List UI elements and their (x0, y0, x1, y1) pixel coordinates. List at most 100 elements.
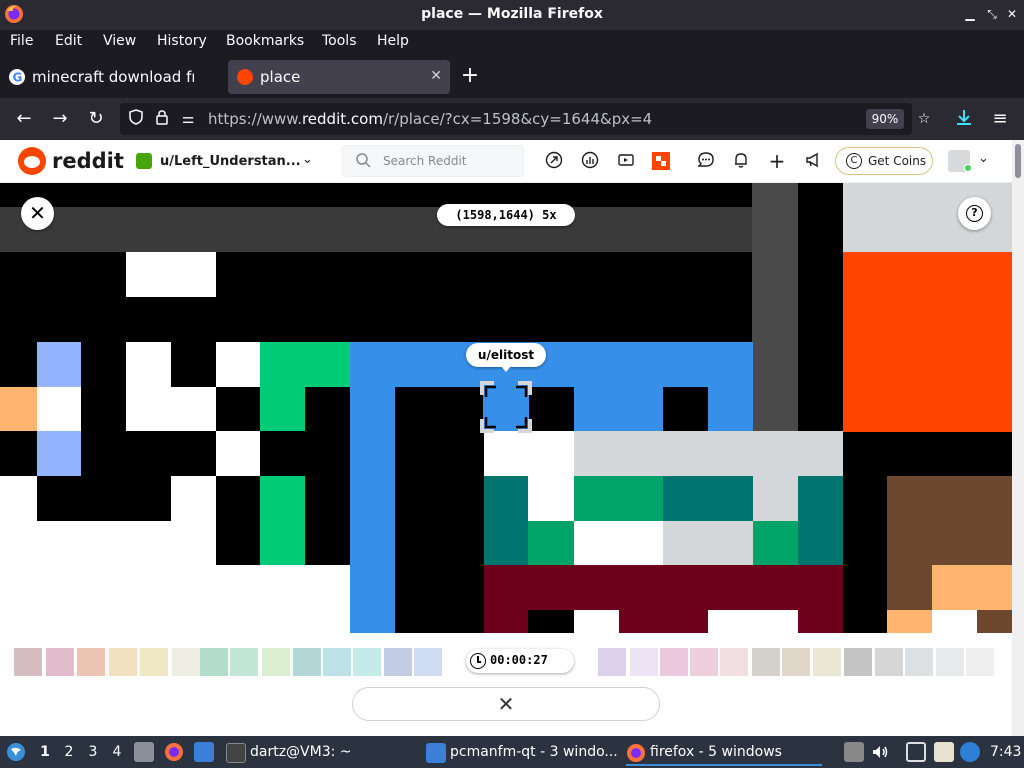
place-icon[interactable] (651, 151, 671, 171)
color-swatch[interactable] (46, 648, 74, 676)
get-coins-button[interactable]: C Get Coins (835, 147, 933, 175)
tab-close-icon[interactable]: ✕ (430, 68, 442, 84)
canvas-pixels (528, 521, 574, 565)
color-swatch[interactable] (813, 648, 841, 676)
menu-help[interactable]: Help (377, 33, 409, 49)
forward-arrow-icon[interactable]: → (48, 107, 72, 131)
reload-icon[interactable]: ↻ (84, 107, 108, 131)
workspace-1[interactable]: 1 (38, 744, 52, 760)
start-menu-icon[interactable] (6, 742, 26, 762)
help-button[interactable]: ? (958, 197, 991, 230)
shield-icon[interactable] (126, 109, 146, 129)
system-clock[interactable]: 7:43 (990, 744, 1021, 760)
reddit-tab-icon (237, 69, 253, 85)
menu-history[interactable]: History (157, 33, 207, 49)
color-swatch[interactable] (936, 648, 964, 676)
reddit-wordmark[interactable]: reddit (52, 149, 124, 173)
file-manager-icon[interactable] (134, 742, 154, 762)
create-post-icon[interactable]: + (767, 151, 787, 171)
color-swatch[interactable] (414, 648, 442, 676)
network-icon[interactable] (906, 742, 926, 762)
bookmark-star-icon[interactable]: ☆ (914, 109, 934, 129)
color-swatch[interactable] (782, 648, 810, 676)
search-input[interactable]: Search Reddit (342, 145, 524, 177)
color-palette-panel: 00:00:27 ✕ (0, 633, 1012, 736)
color-swatch[interactable] (660, 648, 688, 676)
color-swatch[interactable] (905, 648, 933, 676)
color-swatch[interactable] (690, 648, 718, 676)
taskbar-task-terminal[interactable]: dartz@VM3: ~ (226, 740, 416, 766)
color-swatch[interactable] (630, 648, 658, 676)
menu-tools[interactable]: Tools (322, 33, 357, 49)
color-swatch[interactable] (262, 648, 290, 676)
avatar[interactable] (948, 150, 972, 172)
tray-arrow-icon[interactable] (844, 742, 864, 762)
coordinates-display[interactable]: (1598,1644) 5x (437, 204, 575, 226)
stats-icon[interactable] (580, 151, 600, 171)
close-window-icon[interactable]: ✕ (1004, 6, 1020, 22)
color-swatch[interactable] (77, 648, 105, 676)
volume-icon[interactable] (870, 742, 890, 762)
clipboard-icon[interactable] (934, 742, 954, 762)
workspace-3[interactable]: 3 (86, 744, 100, 760)
url-bar[interactable]: ⚌ https://www.reddit.com/r/place/?cx=159… (120, 103, 930, 135)
reddit-logo-icon[interactable] (18, 147, 46, 175)
popular-icon[interactable] (544, 151, 564, 171)
task-label: pcmanfm-qt - 3 windo... (450, 744, 618, 760)
color-swatch[interactable] (200, 648, 228, 676)
new-tab-button[interactable]: + (458, 62, 482, 90)
color-swatch[interactable] (353, 648, 381, 676)
updates-icon[interactable] (960, 742, 980, 762)
color-swatch[interactable] (598, 648, 626, 676)
close-place-button[interactable]: ✕ (21, 197, 54, 230)
user-avatar-icon (136, 153, 152, 169)
color-swatch[interactable] (844, 648, 872, 676)
scrollbar-thumb[interactable] (1015, 144, 1021, 178)
color-swatch[interactable] (14, 648, 42, 676)
notification-bell-icon[interactable] (731, 151, 751, 171)
download-icon[interactable] (952, 107, 976, 131)
url-text[interactable]: https://www.reddit.com/r/place/?cx=1598&… (208, 110, 652, 128)
color-swatch[interactable] (230, 648, 258, 676)
workspace-4[interactable]: 4 (110, 744, 124, 760)
chevron-down-icon[interactable]: ⌄ (978, 151, 989, 166)
color-swatch[interactable] (172, 648, 200, 676)
color-swatch[interactable] (752, 648, 780, 676)
color-swatch[interactable] (293, 648, 321, 676)
minimize-icon[interactable]: ▁ (962, 6, 978, 22)
back-arrow-icon[interactable]: ← (12, 107, 36, 131)
menu-bookmarks[interactable]: Bookmarks (226, 33, 304, 49)
advertise-icon[interactable] (803, 151, 823, 171)
selection-reticle-icon[interactable] (480, 381, 532, 433)
tab-place[interactable]: place ✕ (228, 60, 450, 94)
desktop-icon[interactable] (194, 742, 214, 762)
menu-file[interactable]: File (10, 33, 33, 49)
color-swatch[interactable] (109, 648, 137, 676)
menu-view[interactable]: View (103, 33, 136, 49)
menu-edit[interactable]: Edit (55, 33, 82, 49)
color-swatch[interactable] (140, 648, 168, 676)
canvas-pixels (171, 476, 216, 521)
firefox-launcher-icon[interactable] (164, 742, 184, 762)
lock-icon[interactable] (152, 109, 172, 129)
chat-icon[interactable] (696, 151, 716, 171)
color-swatch[interactable] (966, 648, 994, 676)
canvas-pixels (574, 476, 663, 521)
taskbar-task-firefox[interactable]: firefox - 5 windows (626, 740, 822, 766)
tab-minecraft[interactable]: G minecraft download free (0, 60, 224, 94)
color-swatch[interactable] (875, 648, 903, 676)
color-swatch[interactable] (384, 648, 412, 676)
hamburger-menu-icon[interactable]: ≡ (988, 107, 1012, 131)
maximize-icon[interactable]: ⤡ (984, 6, 1000, 22)
permissions-icon[interactable]: ⚌ (178, 109, 198, 129)
video-icon[interactable] (616, 151, 636, 171)
close-palette-button[interactable]: ✕ (352, 687, 660, 721)
workspace-2[interactable]: 2 (62, 744, 76, 760)
community-dropdown[interactable]: u/Left_Understan... ⌄ (132, 149, 320, 175)
color-swatch[interactable] (720, 648, 748, 676)
canvas-pixels (663, 521, 753, 565)
page-scrollbar[interactable] (1012, 140, 1024, 736)
color-swatch[interactable] (323, 648, 351, 676)
zoom-level[interactable]: 90% (866, 109, 904, 129)
taskbar-task-pcmanfm[interactable]: pcmanfm-qt - 3 windo... (426, 740, 618, 766)
